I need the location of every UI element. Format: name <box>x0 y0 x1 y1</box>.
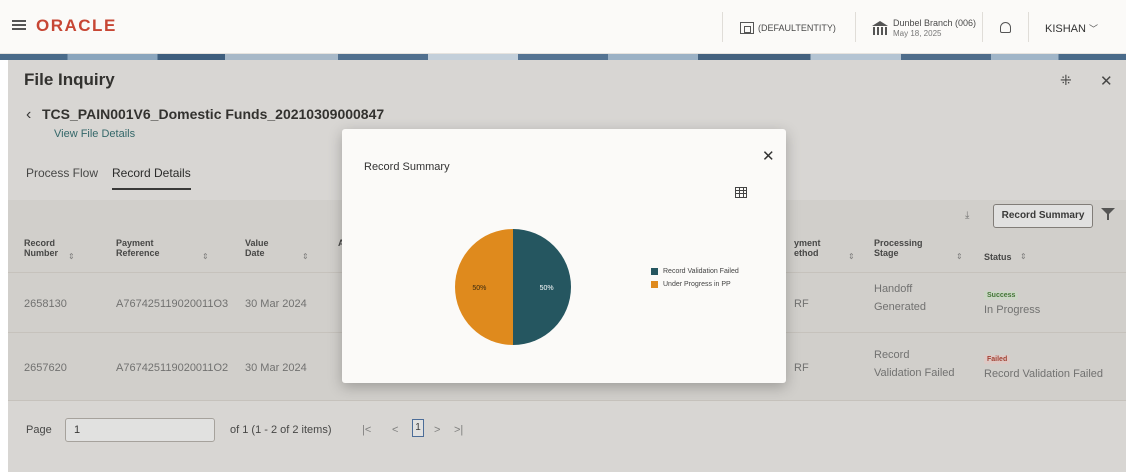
branch-date: May 18, 2025 <box>893 28 942 38</box>
record-summary-pie-chart: 50% 50% <box>455 229 571 345</box>
branch-name: Dunbel Branch (006) <box>893 17 977 28</box>
legend-label: Record Validation Failed <box>663 268 739 275</box>
legend-swatch <box>651 268 658 275</box>
header-divider <box>722 12 723 42</box>
pie-data-label-2: 50% <box>472 285 486 292</box>
chevron-down-icon: ﹀ <box>1088 24 1098 34</box>
bank-icon <box>872 21 888 35</box>
header-divider <box>855 12 856 42</box>
record-summary-modal: Record Summary ✕ 50% 50% Record Validatio… <box>342 129 786 383</box>
header-divider <box>982 12 983 42</box>
legend-item-2[interactable]: Under Progress in PP <box>651 278 739 291</box>
top-header: ORACLE (DEFAULTENTITY) Dunbel Branch (00… <box>0 0 1126 54</box>
bell-icon[interactable] <box>1000 22 1011 33</box>
user-name: KISHAN <box>1045 23 1086 35</box>
legend-swatch <box>651 281 658 288</box>
entity-label: (DEFAULTENTITY) <box>758 23 836 33</box>
legend-item-1[interactable]: Record Validation Failed <box>651 265 739 278</box>
user-menu[interactable]: KISHAN ﹀ <box>1045 22 1098 35</box>
legend-label: Under Progress in PP <box>663 281 731 288</box>
chart-legend: Record Validation Failed Under Progress i… <box>651 265 739 291</box>
pie-data-label-1: 50% <box>540 285 554 292</box>
menu-icon[interactable] <box>12 20 26 30</box>
branch-selector[interactable]: Dunbel Branch (006) May 18, 2025 <box>872 14 976 42</box>
table-view-icon[interactable] <box>735 187 747 198</box>
entity-icon <box>740 22 754 34</box>
oracle-logo: ORACLE <box>36 16 117 35</box>
header-divider <box>1028 12 1029 42</box>
close-icon[interactable]: ✕ <box>762 147 775 165</box>
modal-title: Record Summary <box>364 161 450 173</box>
entity-selector[interactable]: (DEFAULTENTITY) <box>740 14 836 42</box>
